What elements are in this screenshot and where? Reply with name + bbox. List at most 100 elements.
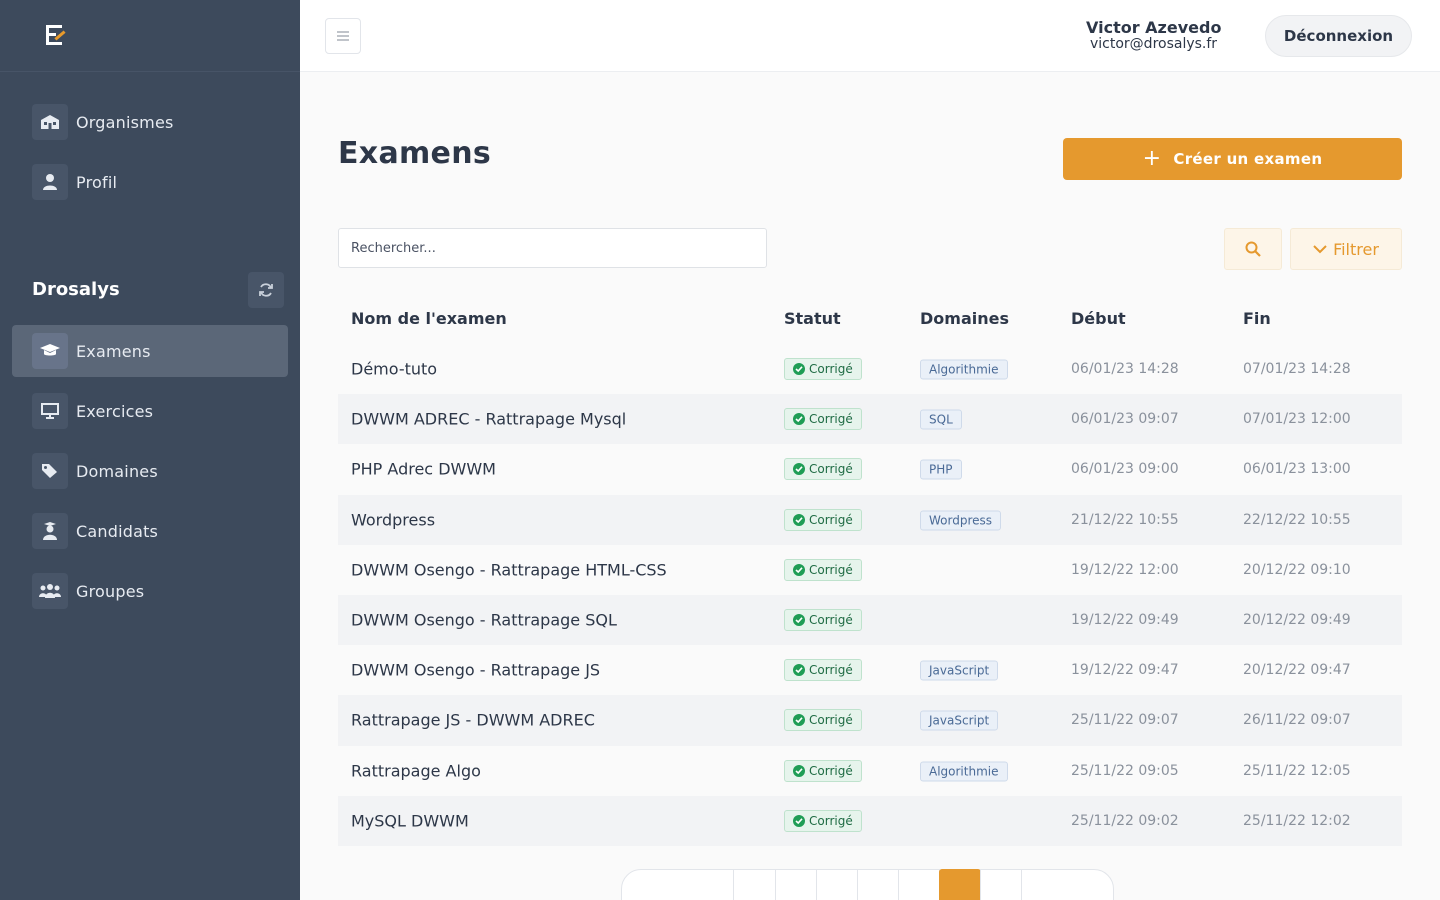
exam-name[interactable]: MySQL DWWM [351, 811, 469, 830]
check-circle-icon [793, 764, 805, 777]
exam-name[interactable]: Wordpress [351, 510, 435, 529]
start-date: 21/12/22 10:55 [1071, 511, 1179, 528]
end-date: 07/01/23 12:00 [1243, 411, 1351, 428]
status-badge: Corrigé [784, 759, 862, 782]
table-row[interactable]: Démo-tuto Corrigé Algorithmie 06/01/23 14:2… [338, 344, 1402, 394]
table-row[interactable]: PHP Adrec DWWM Corrigé PHP 06/01/23 09:00 06… [338, 444, 1402, 494]
exam-name[interactable]: DWWM Osengo - Rattrapage SQL [351, 611, 617, 630]
exam-name[interactable]: PHP Adrec DWWM [351, 460, 496, 479]
status-label: Corrigé [809, 813, 853, 828]
domain-badge: Algorithmie [920, 761, 1008, 782]
sidebar-item-groupes[interactable]: Groupes [12, 565, 288, 617]
domain-badge: Wordpress [920, 510, 1002, 531]
check-circle-icon [793, 413, 805, 426]
status-cell: Corrigé [784, 508, 862, 531]
building-icon [32, 104, 68, 140]
sidebar-item-label: Groupes [76, 581, 145, 601]
pagination-page[interactable] [733, 869, 776, 900]
check-circle-icon [793, 363, 805, 376]
refresh-button[interactable] [248, 272, 284, 308]
status-cell: Corrigé [784, 759, 862, 782]
column-header-start[interactable]: Début [1071, 309, 1126, 328]
domain-badge: SQL [920, 409, 962, 430]
start-date: 06/01/23 09:07 [1071, 411, 1179, 428]
status-label: Corrigé [809, 512, 853, 527]
hamburger-icon [337, 31, 349, 41]
domain-badge: Algorithmie [920, 359, 1008, 380]
check-circle-icon [793, 463, 805, 476]
start-date: 25/11/22 09:07 [1071, 712, 1179, 729]
pagination-next[interactable] [1021, 869, 1114, 900]
table-row[interactable]: Wordpress Corrigé Wordpress 21/12/22 10:55 2… [338, 494, 1402, 545]
end-date: 07/01/23 14:28 [1243, 361, 1351, 378]
menu-toggle-button[interactable] [325, 18, 361, 54]
table-row[interactable]: DWWM Osengo - Rattrapage JS Corrigé JavaSc… [338, 645, 1402, 695]
chevron-down-icon [1313, 245, 1327, 254]
column-header-end[interactable]: Fin [1243, 309, 1271, 328]
pagination-page[interactable] [980, 869, 1022, 900]
exam-name[interactable]: Rattrapage Algo [351, 761, 481, 780]
pagination-page[interactable] [898, 869, 940, 900]
end-date: 26/11/22 09:07 [1243, 712, 1351, 729]
student-icon [32, 513, 68, 549]
search-input[interactable] [338, 228, 767, 268]
sidebar-item-label: Organismes [76, 112, 174, 132]
table-row[interactable]: Rattrapage Algo Corrigé Algorithmie 25/11/2… [338, 746, 1402, 796]
pagination-page[interactable] [857, 869, 899, 900]
status-badge: Corrigé [784, 458, 862, 481]
domain-cell: PHP [920, 459, 962, 480]
sidebar-item-label: Examens [76, 341, 151, 361]
table-row[interactable]: DWWM ADREC - Rattrapage Mysql Corrigé SQL 0… [338, 394, 1402, 445]
filter-button[interactable]: Filtrer [1290, 228, 1402, 270]
pagination-previous[interactable] [621, 869, 734, 900]
presentation-icon [32, 393, 68, 429]
domain-badge: PHP [920, 459, 962, 480]
status-label: Corrigé [809, 462, 853, 477]
table-row[interactable]: Rattrapage JS - DWWM ADREC Corrigé JavaScr… [338, 695, 1402, 746]
table-row[interactable]: DWWM Osengo - Rattrapage SQL Corrigé 19/12… [338, 594, 1402, 646]
check-circle-icon [793, 513, 805, 526]
users-icon [32, 573, 68, 609]
column-header-status[interactable]: Statut [784, 309, 841, 328]
column-header-name[interactable]: Nom de l'examen [351, 309, 507, 328]
status-cell: Corrigé [784, 809, 862, 832]
end-date: 20/12/22 09:10 [1243, 561, 1351, 578]
exam-name[interactable]: DWWM Osengo - Rattrapage HTML-CSS [351, 560, 667, 579]
logout-button[interactable]: Déconnexion [1265, 15, 1412, 57]
sidebar-item-exercices[interactable]: Exercices [12, 385, 288, 437]
exam-name[interactable]: Rattrapage JS - DWWM ADREC [351, 711, 595, 730]
exam-name[interactable]: DWWM Osengo - Rattrapage JS [351, 661, 600, 680]
status-badge: Corrigé [784, 709, 862, 732]
create-exam-label: Créer un examen [1173, 150, 1323, 168]
search-button[interactable] [1224, 228, 1282, 270]
app-logo[interactable] [46, 24, 68, 47]
table-row[interactable]: DWWM Osengo - Rattrapage HTML-CSS Corrigé… [338, 545, 1402, 595]
pagination-page[interactable] [775, 869, 817, 900]
status-badge: Corrigé [784, 659, 862, 682]
end-date: 22/12/22 10:55 [1243, 511, 1351, 528]
end-date: 06/01/23 13:00 [1243, 461, 1351, 478]
status-badge: Corrigé [784, 508, 862, 531]
user-name: Victor Azevedo [1086, 18, 1222, 37]
sidebar-item-examens[interactable]: Examens [12, 325, 288, 377]
exam-name[interactable]: DWWM ADREC - Rattrapage Mysql [351, 410, 626, 429]
domain-badge: JavaScript [920, 660, 999, 681]
sidebar-item-domaines[interactable]: Domaines [12, 445, 288, 497]
sidebar-item-label: Profil [76, 172, 118, 192]
status-label: Corrigé [809, 613, 853, 628]
table-row[interactable]: MySQL DWWM Corrigé 25/11/22 09:02 25/11/22 … [338, 795, 1402, 846]
status-cell: Corrigé [784, 358, 862, 381]
sidebar-item-candidats[interactable]: Candidats [12, 505, 288, 557]
start-date: 06/01/23 09:00 [1071, 461, 1179, 478]
sidebar-item-profil[interactable]: Profil [12, 156, 288, 208]
sidebar-item-organismes[interactable]: Organismes [12, 96, 288, 148]
exam-name[interactable]: Démo-tuto [351, 360, 437, 379]
create-exam-button[interactable]: + Créer un examen [1063, 138, 1402, 180]
status-badge: Corrigé [784, 809, 862, 832]
logo-bar [0, 0, 300, 72]
pagination-page-current[interactable] [939, 869, 981, 900]
status-cell: Corrigé [784, 458, 862, 481]
column-header-domains[interactable]: Domaines [920, 309, 1009, 328]
tags-icon [32, 453, 68, 489]
pagination-page[interactable] [816, 869, 858, 900]
